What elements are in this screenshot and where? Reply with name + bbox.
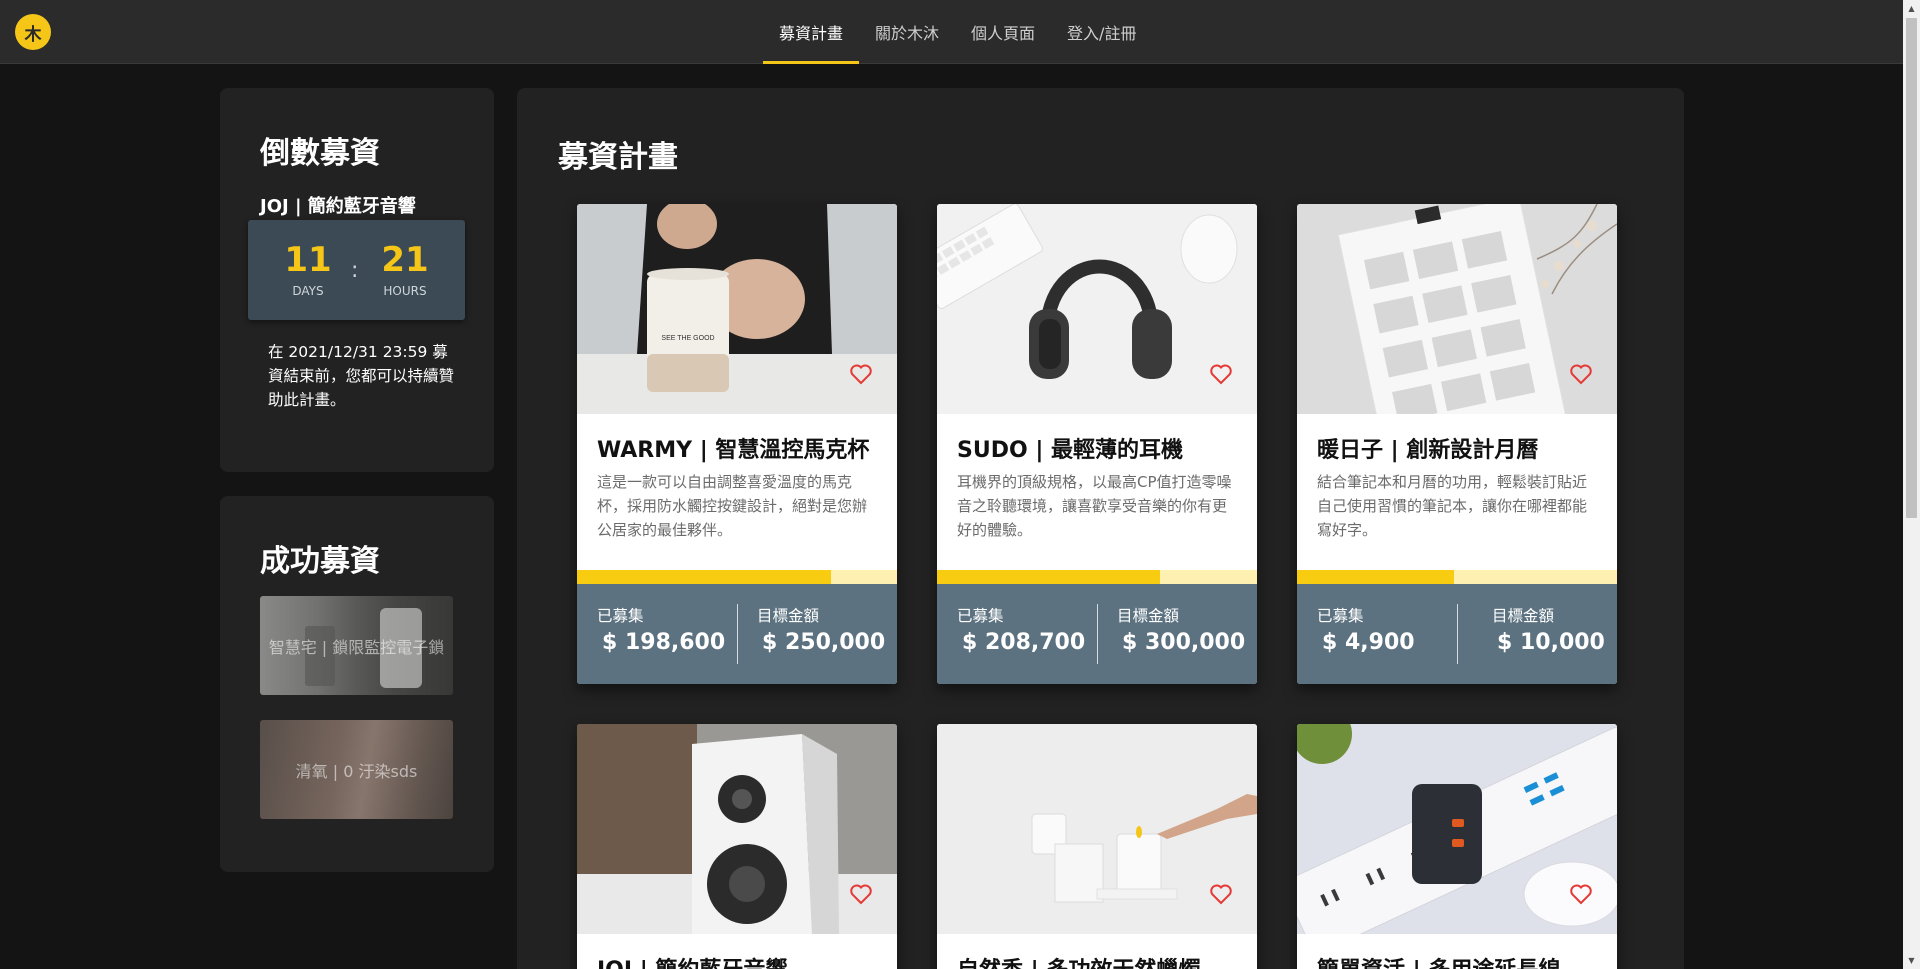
stats-divider	[737, 604, 738, 664]
project-description: 結合筆記本和月曆的功用，輕鬆裝訂貼近自己使用習慣的筆記本，讓你在哪裡都能寫好字。	[1317, 473, 1588, 539]
heart-icon[interactable]	[1209, 882, 1233, 906]
funding-progress	[1297, 570, 1617, 584]
funding-progress-fill	[937, 570, 1160, 584]
funding-progress	[937, 570, 1257, 584]
mug-text: SEE THE GOOD	[661, 335, 714, 342]
raised-label: 已募集	[597, 607, 644, 625]
project-card[interactable]: 自然香 | 多功效天然蠟燭	[937, 724, 1257, 969]
countdown-days: 11	[284, 240, 332, 280]
stats-divider	[1457, 604, 1458, 664]
stats-divider	[1097, 604, 1098, 664]
countdown-note: 在 2021/12/31 23:59 募資結束前，您都可以持續贊助此計畫。	[268, 343, 455, 409]
success-title: 成功募資	[260, 544, 380, 579]
countdown-panel: 倒數募資 JOJ | 簡約藍牙音響 11 DAYS : 21 HOURS 在 2…	[220, 88, 494, 472]
success-project-card[interactable]: 清氧 | 0 汙染sds	[260, 720, 453, 819]
project-card[interactable]: JOJ | 簡約藍牙音響	[577, 724, 897, 969]
success-panel: 成功募資 智慧宅 | 鎖限監控電子鎖 清氧 | 0 汙染sds	[220, 496, 494, 872]
top-navbar: 木 募資計畫 關於木沐 個人頁面 登入/註冊	[0, 0, 1903, 64]
project-card[interactable]: 簡單資活 | 多用途延長線	[1297, 724, 1617, 969]
page-scrollbar[interactable]: ▲ ▼	[1903, 0, 1920, 969]
funding-progress-fill	[1297, 570, 1454, 584]
goal-label: 目標金額	[1492, 607, 1555, 625]
countdown-title: 倒數募資	[260, 136, 380, 171]
scroll-down-icon[interactable]: ▼	[1903, 952, 1920, 969]
funding-stats: 已募集 $ 4,900 目標金額 $ 10,000	[1297, 584, 1617, 684]
project-title: JOJ | 簡約藍牙音響	[597, 952, 787, 969]
nav-item-label: 募資計畫	[779, 24, 844, 43]
raised-value: $ 208,700	[962, 630, 1086, 655]
heart-icon[interactable]	[1569, 882, 1593, 906]
success-project-label: 智慧宅 | 鎖限監控電子鎖	[268, 637, 445, 657]
main-nav: 募資計畫 關於木沐 個人頁面 登入/註冊	[763, 0, 1152, 64]
goal-value: $ 300,000	[1122, 630, 1246, 655]
raised-label: 已募集	[957, 607, 1004, 625]
funding-stats: 已募集 $ 198,600 目標金額 $ 250,000	[577, 584, 897, 684]
heart-icon[interactable]	[1569, 362, 1593, 386]
raised-value: $ 198,600	[602, 630, 726, 655]
countdown-hours: 21	[381, 240, 429, 280]
raised-value: $ 4,900	[1322, 630, 1415, 655]
nav-item-profile[interactable]: 個人頁面	[955, 0, 1051, 64]
raised-label: 已募集	[1317, 607, 1364, 625]
heart-icon[interactable]	[849, 882, 873, 906]
project-title: SUDO | 最輕薄的耳機	[957, 438, 1184, 463]
project-title: WARMY | 智慧溫控馬克杯	[597, 438, 870, 463]
project-card[interactable]: SEE THE GOOD WARMY | 智慧溫控馬克杯 這是一款可以自由調整喜…	[577, 204, 897, 684]
project-card[interactable]: SUDO | 最輕薄的耳機 耳機界的頂級規格，以最高CP值打造零噪音之聆聽環境，…	[937, 204, 1257, 684]
project-title: 自然香 | 多功效天然蠟燭	[957, 952, 1200, 969]
countdown-separator: :	[351, 258, 359, 283]
funding-progress	[577, 570, 897, 584]
project-description: 這是一款可以自由調整喜愛溫度的馬克杯，採用防水觸控按鍵設計，絕對是您辦公居家的最…	[597, 473, 868, 539]
projects-panel: 募資計畫 SEE THE GOOD WARMY | 智慧溫控馬克杯 這是一款可以…	[517, 88, 1684, 969]
goal-label: 目標金額	[1117, 607, 1180, 625]
countdown-days-label: DAYS	[292, 284, 324, 298]
project-card[interactable]: 暖日子 | 創新設計月曆 結合筆記本和月曆的功用，輕鬆裝訂貼近自己使用習慣的筆記…	[1297, 204, 1617, 684]
heart-icon[interactable]	[849, 362, 873, 386]
projects-title: 募資計畫	[558, 140, 678, 175]
countdown-timer: 11 DAYS : 21 HOURS	[248, 220, 465, 320]
scrollbar-thumb[interactable]	[1906, 18, 1917, 518]
nav-item-projects[interactable]: 募資計畫	[763, 0, 860, 64]
scroll-up-icon[interactable]: ▲	[1903, 0, 1920, 17]
brand-logo-char: 木	[24, 24, 42, 45]
brand-logo[interactable]: 木	[15, 14, 51, 50]
success-project-card[interactable]: 智慧宅 | 鎖限監控電子鎖	[260, 596, 453, 695]
goal-label: 目標金額	[757, 607, 820, 625]
nav-item-label: 登入/註冊	[1067, 24, 1137, 43]
countdown-hours-label: HOURS	[383, 284, 427, 298]
goal-value: $ 250,000	[762, 630, 886, 655]
project-description: 耳機界的頂級規格，以最高CP值打造零噪音之聆聽環境，讓喜歡享受音樂的你有更好的體…	[957, 473, 1232, 539]
goal-value: $ 10,000	[1497, 630, 1605, 655]
success-project-label: 清氧 | 0 汙染sds	[295, 761, 418, 781]
project-title: 暖日子 | 創新設計月曆	[1317, 438, 1539, 463]
heart-icon[interactable]	[1209, 362, 1233, 386]
countdown-project-name[interactable]: JOJ | 簡約藍牙音響	[260, 192, 416, 218]
funding-stats: 已募集 $ 208,700 目標金額 $ 300,000	[937, 584, 1257, 684]
funding-progress-fill	[577, 570, 832, 584]
nav-item-login[interactable]: 登入/註冊	[1051, 0, 1152, 64]
project-title: 簡單資活 | 多用途延長線	[1317, 952, 1560, 969]
nav-item-label: 個人頁面	[971, 24, 1036, 43]
nav-item-about[interactable]: 關於木沐	[859, 0, 955, 64]
nav-item-label: 關於木沐	[875, 24, 940, 43]
